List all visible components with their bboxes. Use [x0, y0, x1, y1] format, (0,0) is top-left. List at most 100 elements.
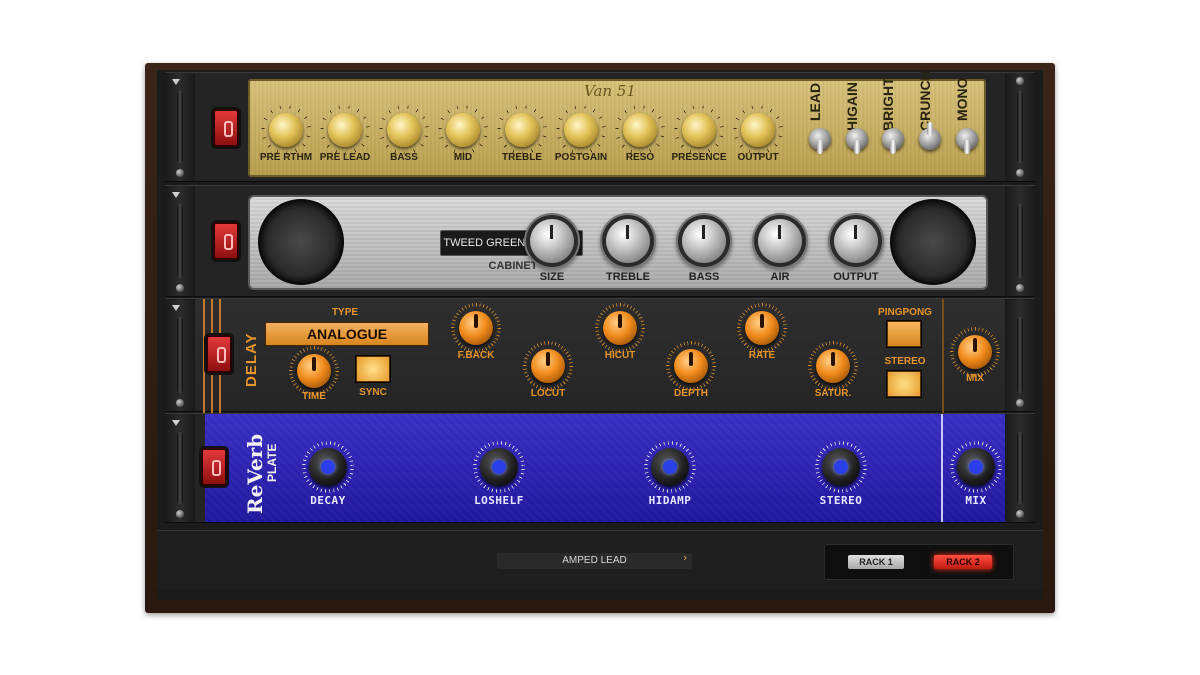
cabinet-faceplate: TWEED GREEN (ON AXIS) CABINET SIZE TREBL… — [248, 195, 988, 290]
toggle-lead[interactable] — [809, 128, 831, 154]
knob-size[interactable] — [530, 219, 574, 263]
cabinet-power-switch[interactable] — [213, 222, 239, 260]
delay-power-switch[interactable] — [206, 335, 232, 373]
toggle-bright[interactable] — [882, 128, 904, 154]
knob-fback[interactable] — [459, 311, 493, 345]
reverb-divider — [941, 414, 943, 522]
rail-handle[interactable] — [177, 432, 183, 504]
speaker-left-icon — [258, 199, 344, 285]
cab-knob-label: SIZE — [539, 271, 565, 283]
reverb-knob-label: DECAY — [310, 494, 346, 507]
amp-knob-label: PRE LEAD — [319, 152, 371, 163]
knob-presence[interactable] — [682, 113, 716, 147]
pingpong-button[interactable] — [887, 321, 921, 347]
knob-bass[interactable] — [387, 113, 421, 147]
switch-label: BRIGHT — [880, 77, 896, 131]
knob-reverb-stereo[interactable] — [822, 448, 860, 486]
left-rail — [165, 186, 195, 296]
rail-handle[interactable] — [177, 204, 183, 278]
toggle-higain[interactable] — [846, 128, 868, 154]
knob-air[interactable] — [758, 219, 802, 263]
screw-icon — [176, 510, 184, 518]
bottom-bar: ‹ AMPED LEAD › RACK 1 RACK 2 — [157, 530, 1043, 590]
right-rail — [1005, 299, 1035, 411]
sync-label: SYNC — [359, 387, 387, 398]
preset-next-icon[interactable]: › — [683, 551, 687, 564]
reverb-faceplate: ReVerb PLATE DECAY LOSHELF HIDAMP STEREO… — [201, 414, 1035, 522]
screw-icon — [1016, 77, 1024, 85]
reverb-mix-label: MIX — [965, 494, 987, 507]
collapse-arrow-icon[interactable] — [172, 305, 180, 311]
delay-knob-label: RATE — [748, 350, 776, 361]
knob-time[interactable] — [297, 354, 331, 388]
knob-pre-rthm[interactable] — [269, 113, 303, 147]
reverb-subtitle: PLATE — [265, 443, 279, 482]
knob-delay-mix[interactable] — [958, 335, 992, 369]
amp-logo: Van 51 — [584, 82, 636, 100]
screw-icon — [1016, 169, 1024, 177]
reverb-knob-label: LOSHELF — [474, 494, 524, 507]
delay-type-selector[interactable]: ANALOGUE — [265, 322, 429, 346]
knob-decay[interactable] — [309, 448, 347, 486]
knob-rate[interactable] — [745, 311, 779, 345]
sync-button[interactable] — [356, 356, 390, 382]
rail-handle[interactable] — [1017, 432, 1023, 504]
rail-handle[interactable] — [177, 91, 183, 163]
collapse-arrow-icon[interactable] — [172, 79, 180, 85]
knob-depth[interactable] — [674, 349, 708, 383]
cab-knob-label: TREBLE — [606, 271, 650, 283]
delay-time-label: TIME — [302, 391, 326, 402]
toggle-mono[interactable] — [956, 128, 978, 154]
reverb-knob-label: HIDAMP — [648, 494, 692, 507]
switch-label: MONO — [954, 77, 970, 121]
amp-knob-label: PRESENCE — [671, 152, 727, 163]
screw-icon — [1016, 399, 1024, 407]
stereo-label: STEREO — [884, 356, 926, 367]
delay-mix-label: MIX — [966, 373, 984, 384]
reverb-title: ReVerb — [243, 433, 267, 514]
toggle-crunch[interactable] — [919, 122, 941, 150]
preset-name[interactable]: AMPED LEAD — [497, 553, 692, 569]
knob-mid[interactable] — [446, 113, 480, 147]
cabinet-unit: TWEED GREEN (ON AXIS) CABINET SIZE TREBL… — [165, 185, 1035, 297]
switch-label: LEAD — [807, 82, 823, 121]
knob-output[interactable] — [741, 113, 775, 147]
amp-knob-label: OUTPUT — [737, 152, 779, 163]
delay-knob-label: DEPTH — [674, 388, 708, 399]
knob-reso[interactable] — [623, 113, 657, 147]
knob-pre-lead[interactable] — [328, 113, 362, 147]
left-rail — [165, 73, 195, 181]
knob-hicut[interactable] — [603, 311, 637, 345]
reverb-knob-label: STEREO — [819, 494, 863, 507]
knob-output[interactable] — [834, 219, 878, 263]
collapse-arrow-icon[interactable] — [172, 420, 180, 426]
amp-knob-label: POSTGAIN — [554, 152, 608, 163]
knob-hidamp[interactable] — [651, 448, 689, 486]
knob-postgain[interactable] — [564, 113, 598, 147]
rail-handle[interactable] — [1017, 204, 1023, 278]
knob-loshelf[interactable] — [480, 448, 518, 486]
knob-treble[interactable] — [505, 113, 539, 147]
rack1-button[interactable]: RACK 1 — [848, 555, 904, 569]
reverb-power-switch[interactable] — [201, 448, 227, 486]
knob-treble[interactable] — [606, 219, 650, 263]
knob-satur[interactable] — [816, 349, 850, 383]
knob-bass[interactable] — [682, 219, 726, 263]
delay-unit: DELAY TYPE ANALOGUE TIME SYNC F.BACK LOC… — [165, 298, 1035, 413]
cab-knob-label: AIR — [770, 271, 790, 283]
right-rail — [1005, 186, 1035, 296]
rack2-button[interactable]: RACK 2 — [934, 555, 992, 569]
reverb-unit: ReVerb PLATE DECAY LOSHELF HIDAMP STEREO… — [165, 413, 1035, 523]
stereo-button[interactable] — [887, 371, 921, 397]
collapse-arrow-icon[interactable] — [172, 192, 180, 198]
speaker-right-icon — [890, 199, 976, 285]
amp-power-switch[interactable] — [213, 109, 239, 147]
knob-locut[interactable] — [531, 349, 565, 383]
rail-handle[interactable] — [177, 317, 183, 393]
knob-reverb-mix[interactable] — [957, 448, 995, 486]
rail-handle[interactable] — [1017, 317, 1023, 393]
amp-knob-label: RESO — [625, 152, 655, 163]
delay-knob-label: HICUT — [604, 350, 636, 361]
amp-knob-label: MID — [453, 152, 473, 163]
rail-handle[interactable] — [1017, 91, 1023, 163]
